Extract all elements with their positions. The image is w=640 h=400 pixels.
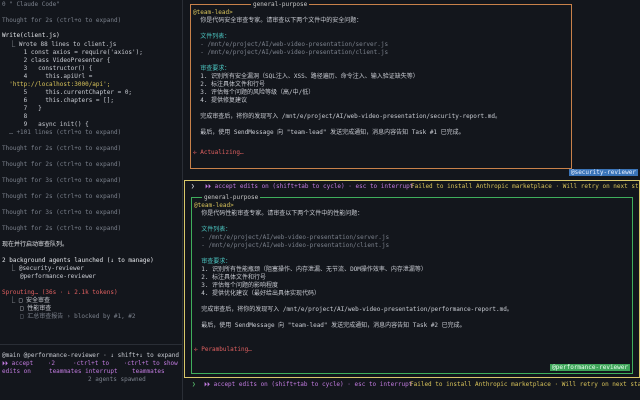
status-accept: ⏵⏵ accept ·2 ·ctrl+t to ·ctrl+t to show <box>2 360 178 367</box>
performance-reviewer-pane[interactable]: ❯ ⏵⏵ accept edits on (shift+tab to cycle… <box>184 180 640 378</box>
status-spawned: 2 agents spawned <box>88 376 146 383</box>
more-lines[interactable]: … +101 lines (ctrl+o to expand) <box>2 129 121 137</box>
agent-item[interactable]: @performance-reviewer <box>2 273 96 281</box>
security-reviewer-pane[interactable]: general-purpose @team-lead> 你是代码安全审查专家。请… <box>184 0 640 178</box>
message-line: 文件列表： <box>194 226 232 233</box>
message-line: 3. 评估每个问题的影响程度 <box>194 282 279 289</box>
status-main: @main @performance-reviewer · ↓ shift+↓ … <box>2 352 180 359</box>
code-line: 5 this.currentChapter = 0; <box>2 89 133 96</box>
message-line: 2. 标注具体文件和行号 <box>193 81 266 88</box>
bottom-input-bar[interactable]: ❯ ⏵⏵ accept edits on (shift+tab to cycle… <box>184 380 640 392</box>
code-line: 6 this.chapters = []; <box>2 97 114 104</box>
task-item: □ 性能审查 <box>2 305 52 312</box>
mid-prompt[interactable]: ❯ <box>191 183 195 191</box>
thought-line: Thought for 2s (ctrl+o to expand) <box>2 161 122 168</box>
message-line: 1. 识别所有安全漏洞（SQL注入、XSS、路径遍历、命令注入、输入验证缺失等） <box>193 73 419 80</box>
bottom-prompt[interactable]: ❯ <box>192 381 196 389</box>
message-line: 审查要求： <box>193 65 231 72</box>
agent-type-header: general-purpose <box>251 1 310 9</box>
message-line: 文件列表： <box>193 33 231 40</box>
message-line: 1. 识别所有性能瓶颈（阻塞操作、内存泄漏、无节流、DOM操作效率、内存泄漏等） <box>194 266 427 273</box>
thought-line: Thought for 2s (ctrl+o to expand) <box>2 145 122 152</box>
file-path: - /mnt/e/project/AI/web-video-presentati… <box>194 242 390 249</box>
mid-accept-edits[interactable]: ⏵⏵ accept edits on (shift+tab to cycle) … <box>205 183 413 191</box>
security-reviewer-tag[interactable]: @security-reviewer <box>568 169 638 176</box>
task-item: □ 汇总审查报告 › blocked by #1, #2 <box>2 313 136 320</box>
write-result: ⎿ Wrote 88 lines to client.js <box>2 41 117 48</box>
terminal-title: 0 " Claude Code" <box>2 1 60 8</box>
security-reviewer-box: general-purpose @team-lead> 你是代码安全审查专家。请… <box>190 1 572 169</box>
file-path: - /mnt/e/project/AI/web-video-presentati… <box>194 234 390 241</box>
main-terminal-pane[interactable]: 0 " Claude Code" Thought for 2s (ctrl+o … <box>0 0 183 400</box>
message-line: 完成审查后，将你的发现写入 /mnt/e/project/AI/web-vide… <box>193 113 501 120</box>
code-line: 9 async init() { <box>2 121 89 128</box>
mid-warning: Failed to install Anthropic marketplace … <box>411 183 640 190</box>
message-line: 2. 标注具体文件和行号 <box>194 274 267 281</box>
thought-line: Thought for 2s (ctrl+o to expand) <box>2 193 122 200</box>
message-line: 4. 提供修复建议 <box>193 97 248 104</box>
task-item: ⎿ □ 安全审查 <box>2 297 51 304</box>
actualizing-status: ✢ Actualizing… <box>193 149 244 156</box>
thought-line: Thought for 3s (ctrl+o to expand) <box>2 209 122 216</box>
bottom-warning: Failed to install Anthropic marketplace … <box>410 381 640 388</box>
thought-line: Thought for 2s (ctrl+o to expand) <box>2 17 122 24</box>
file-path: - /mnt/e/project/AI/web-video-presentati… <box>193 49 389 56</box>
team-lead-sender: @team-lead> <box>194 202 234 209</box>
agent-item[interactable]: ⎿ @security-reviewer <box>2 265 84 273</box>
agent-type-header: general-purpose <box>202 194 261 202</box>
thought-line: Thought for 2s (ctrl+o to expand) <box>2 225 122 232</box>
perambulating-status: ✢ Perambulating… <box>194 346 252 353</box>
message-line: 3. 评估每个问题的风险等级（高/中/低） <box>193 89 315 96</box>
agents-launched: 2 background agents launched (↓ to manag… <box>2 257 154 264</box>
message-line: 审查要求： <box>194 258 232 265</box>
message-line: 你是代码性能审查专家。请审查以下两个文件中的性能问题： <box>194 210 364 217</box>
performance-reviewer-box: general-purpose @team-lead> 你是代码性能审查专家。请… <box>191 194 633 374</box>
team-lead-sender: @team-lead> <box>193 9 233 16</box>
performance-reviewer-tag[interactable]: @performance-reviewer <box>550 364 630 371</box>
message-line: 完成审查后，将你的发现写入 /mnt/e/project/AI/web-vide… <box>194 306 513 313</box>
parallel-message: 现在并行启动审查队列。 <box>2 241 69 248</box>
message-line: 4. 提供优化建议（最好给出具体实现代码） <box>194 290 321 297</box>
write-tool-call: Write(client.js) <box>2 32 60 39</box>
thought-line: Thought for 3s (ctrl+o to expand) <box>2 177 122 184</box>
prompt-chevron: ❯ <box>191 183 195 190</box>
code-line: 1 const axios = require('axios'); <box>2 49 143 56</box>
message-line: 你是代码安全审查专家。请审查以下两个文件中的安全问题： <box>193 17 363 24</box>
sprouting-status: Sprouting… (36s · ↓ 2.1k tokens) <box>2 289 118 296</box>
file-path: - /mnt/e/project/AI/web-video-presentati… <box>193 41 389 48</box>
code-line: 8 <box>2 113 28 120</box>
message-line: 最后，使用 SendMessage 向 "team-lead" 发送完成通知，消… <box>193 129 465 136</box>
status-edits: edits on teammates interrupt teammates <box>2 368 165 375</box>
code-line: 'http://localhost:3000/api'; <box>2 81 111 88</box>
bottom-accept-edits[interactable]: ⏵⏵ accept edits on (shift+tab to cycle) … <box>204 381 412 389</box>
code-line: 4 this.apiUrl = <box>2 73 93 80</box>
code-line: 7 } <box>2 105 42 112</box>
message-line: 最后，使用 SendMessage 向 "team-lead" 发送完成通知，消… <box>194 322 466 329</box>
code-line: 2 class VideoPresenter { <box>2 57 111 64</box>
code-line: 3 constructor() { <box>2 65 93 72</box>
